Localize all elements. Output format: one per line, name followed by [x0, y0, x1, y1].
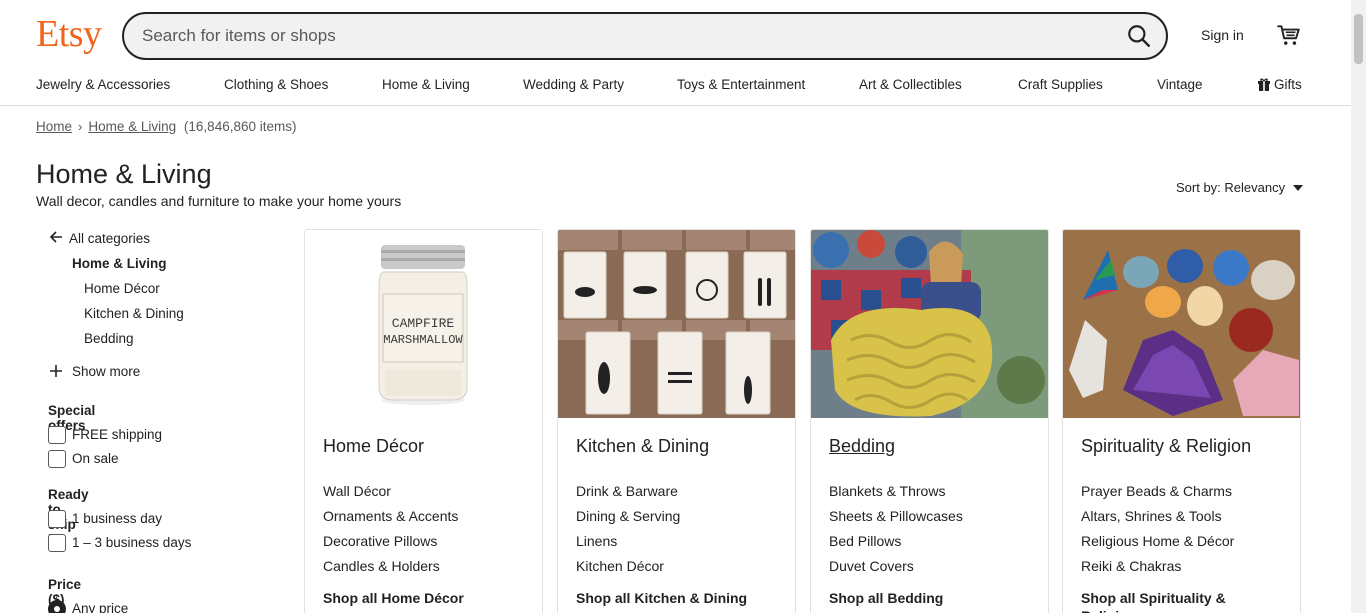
nav-jewelry-accessories[interactable]: Jewelry & Accessories — [36, 77, 170, 92]
card-title-bedding[interactable]: Bedding — [829, 436, 895, 457]
nav-vintage[interactable]: Vintage — [1157, 77, 1203, 92]
bedding-image[interactable] — [811, 230, 1048, 418]
sidebar-item-home-decor[interactable]: Home Décor — [84, 281, 160, 296]
link-altars-shrines-tools[interactable]: Altars, Shrines & Tools — [1081, 508, 1222, 524]
breadcrumb-home[interactable]: Home — [36, 119, 72, 134]
nav-craft-supplies[interactable]: Craft Supplies — [1018, 77, 1103, 92]
breadcrumb: Home › Home & Living (16,846,860 items) — [36, 119, 296, 134]
category-card-bedding[interactable]: Bedding Blankets & Throws Sheets & Pillo… — [810, 229, 1049, 613]
page-title: Home & Living — [36, 159, 212, 189]
shop-all-spirituality-religion-link[interactable]: Shop all Spirituality & Religion — [1081, 589, 1281, 613]
shop-all-kitchen-dining-link[interactable]: Shop all Kitchen & Dining — [576, 589, 776, 607]
nav-gifts[interactable]: Gifts — [1258, 77, 1302, 92]
link-dining-serving[interactable]: Dining & Serving — [576, 508, 680, 524]
show-more-button[interactable]: Show more — [72, 364, 140, 379]
sort-dropdown[interactable]: Sort by: Relevancy — [1176, 180, 1304, 195]
chevron-right-icon: › — [78, 119, 83, 134]
link-duvet-covers[interactable]: Duvet Covers — [829, 558, 914, 574]
card-title-home-decor[interactable]: Home Décor — [323, 436, 424, 457]
link-kitchen-decor[interactable]: Kitchen Décor — [576, 558, 664, 574]
candle-label-line-1: CAMPFIRE — [392, 316, 455, 331]
plus-icon[interactable] — [49, 364, 63, 378]
sidebar-current-category[interactable]: Home & Living — [72, 256, 167, 271]
nav-clothing-shoes[interactable]: Clothing & Shoes — [224, 77, 328, 92]
scrollbar-thumb[interactable] — [1354, 14, 1363, 64]
link-drink-barware[interactable]: Drink & Barware — [576, 483, 678, 499]
nav-home-living[interactable]: Home & Living — [382, 77, 470, 92]
category-card-kitchen-dining[interactable]: Kitchen & Dining Drink & Barware Dining … — [557, 229, 796, 613]
free-shipping-label[interactable]: FREE shipping — [72, 427, 162, 442]
nav-wedding-party[interactable]: Wedding & Party — [523, 77, 624, 92]
link-candles-holders[interactable]: Candles & Holders — [323, 558, 440, 574]
nav-toys-entertainment[interactable]: Toys & Entertainment — [677, 77, 805, 92]
link-prayer-beads-charms[interactable]: Prayer Beads & Charms — [1081, 483, 1232, 499]
home-decor-image[interactable]: CAMPFIRE MARSHMALLOW — [305, 230, 542, 418]
link-decorative-pillows[interactable]: Decorative Pillows — [323, 533, 437, 549]
breadcrumb-home-living[interactable]: Home & Living — [88, 119, 176, 134]
link-linens[interactable]: Linens — [576, 533, 617, 549]
link-sheets-pillowcases[interactable]: Sheets & Pillowcases — [829, 508, 963, 524]
sign-in-link[interactable]: Sign in — [1201, 27, 1244, 43]
shop-all-bedding-link[interactable]: Shop all Bedding — [829, 589, 1029, 607]
all-categories-link[interactable]: All categories — [69, 231, 150, 246]
one-business-day-label[interactable]: 1 business day — [72, 511, 162, 526]
item-count: (16,846,860 items) — [183, 119, 297, 134]
one-to-three-days-checkbox[interactable] — [48, 534, 66, 552]
any-price-radio[interactable] — [48, 600, 66, 613]
category-card-spirituality-religion[interactable]: Spirituality & Religion Prayer Beads & C… — [1062, 229, 1301, 613]
link-reiki-chakras[interactable]: Reiki & Chakras — [1081, 558, 1181, 574]
one-business-day-checkbox[interactable] — [48, 510, 66, 528]
link-blankets-throws[interactable]: Blankets & Throws — [829, 483, 945, 499]
candle-label-line-2: MARSHMALLOW — [383, 333, 463, 347]
search-bar[interactable] — [122, 12, 1168, 60]
on-sale-label[interactable]: On sale — [72, 451, 119, 466]
nav-gifts-label: Gifts — [1274, 77, 1302, 92]
free-shipping-checkbox[interactable] — [48, 426, 66, 444]
kitchen-dining-image[interactable] — [558, 230, 795, 418]
scrollbar[interactable] — [1351, 0, 1366, 613]
category-nav: Jewelry & Accessories Clothing & Shoes H… — [0, 70, 1366, 106]
category-card-home-decor[interactable]: CAMPFIRE MARSHMALLOW Home Décor Wall Déc… — [304, 229, 543, 613]
sidebar-item-kitchen-dining[interactable]: Kitchen & Dining — [84, 306, 184, 321]
etsy-logo[interactable]: Etsy — [36, 12, 102, 56]
link-bed-pillows[interactable]: Bed Pillows — [829, 533, 901, 549]
link-ornaments-accents[interactable]: Ornaments & Accents — [323, 508, 458, 524]
card-title-spirituality-religion[interactable]: Spirituality & Religion — [1081, 436, 1251, 457]
on-sale-checkbox[interactable] — [48, 450, 66, 468]
cart-icon[interactable] — [1276, 22, 1302, 48]
one-to-three-days-label[interactable]: 1 – 3 business days — [72, 535, 191, 550]
search-input[interactable] — [142, 14, 1102, 58]
nav-art-collectibles[interactable]: Art & Collectibles — [859, 77, 962, 92]
link-religious-home-decor[interactable]: Religious Home & Décor — [1081, 533, 1234, 549]
link-wall-decor[interactable]: Wall Décor — [323, 483, 391, 499]
gift-icon — [1258, 78, 1270, 91]
shop-all-home-decor-link[interactable]: Shop all Home Décor — [323, 589, 523, 607]
search-icon[interactable] — [1126, 23, 1152, 49]
arrow-left-icon[interactable] — [50, 231, 63, 243]
page-subtitle: Wall decor, candles and furniture to mak… — [36, 193, 402, 209]
sidebar-item-bedding[interactable]: Bedding — [84, 331, 134, 346]
caret-down-icon — [1293, 185, 1304, 191]
card-title-kitchen-dining[interactable]: Kitchen & Dining — [576, 436, 709, 457]
sort-label: Sort by: Relevancy — [1176, 180, 1286, 195]
any-price-label[interactable]: Any price — [72, 601, 128, 613]
spirituality-religion-image[interactable] — [1063, 230, 1300, 418]
